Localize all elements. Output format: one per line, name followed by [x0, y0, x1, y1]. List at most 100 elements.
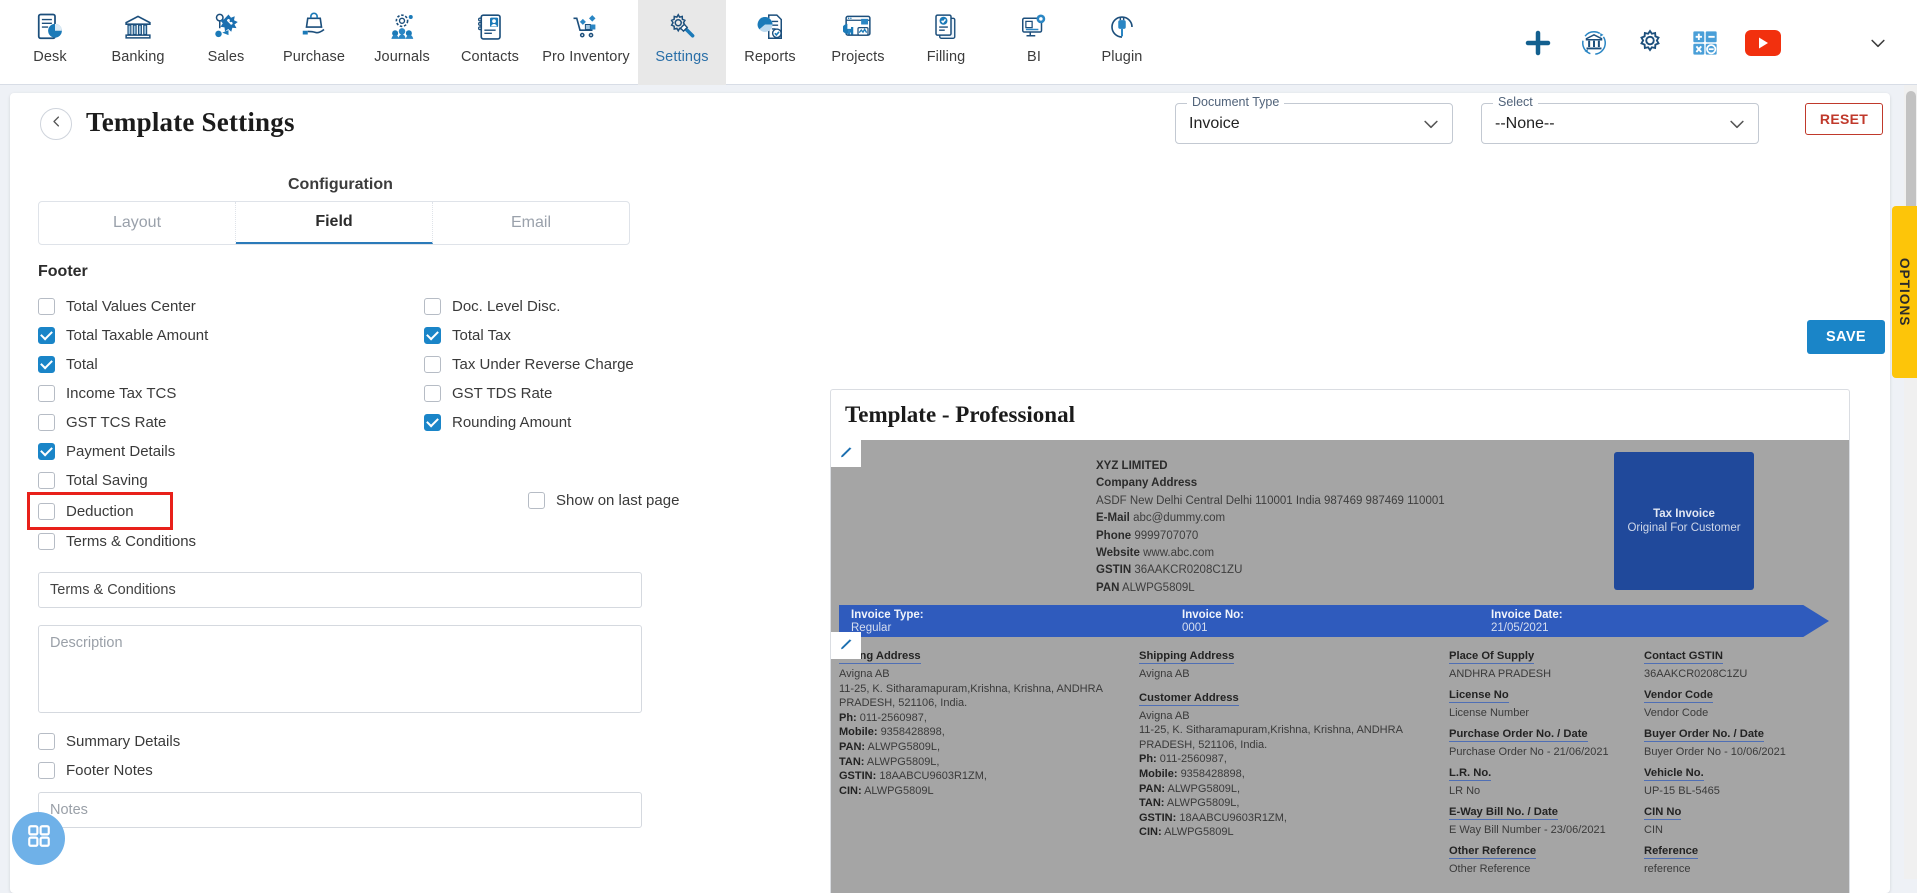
- checkbox-gst-tds-rate[interactable]: GST TDS Rate: [424, 379, 810, 408]
- nav-item-settings[interactable]: Settings: [638, 0, 726, 85]
- options-label: OPTIONS: [1897, 257, 1912, 327]
- document-type-select[interactable]: Document Type Invoice: [1175, 95, 1453, 144]
- nav-item-bi[interactable]: BI: [990, 0, 1078, 85]
- checkbox-doc-level-disc[interactable]: Doc. Level Disc.: [424, 292, 810, 321]
- checkbox-box[interactable]: [424, 356, 441, 373]
- nav-item-purchase[interactable]: Purchase: [270, 0, 358, 85]
- nav-item-plugin[interactable]: Plugin: [1078, 0, 1166, 85]
- bi-monitor-icon: [1014, 8, 1054, 46]
- eway-bill-value: E Way Bill Number - 23/06/2021: [1449, 824, 1606, 836]
- checkbox-show-on-last-page[interactable]: Show on last page: [528, 492, 679, 509]
- checkbox-box[interactable]: [38, 733, 55, 750]
- bank-sync-icon[interactable]: [1579, 28, 1609, 58]
- edit-address-button[interactable]: [831, 632, 861, 659]
- back-button[interactable]: [40, 108, 72, 140]
- tab-field[interactable]: Field: [236, 202, 433, 244]
- youtube-icon[interactable]: [1745, 29, 1781, 56]
- contact-gstin-value: 36AAKCR0208C1ZU: [1644, 668, 1748, 680]
- invoice-type-label: Invoice Type:: [851, 609, 924, 621]
- nav-item-filling[interactable]: Filling: [902, 0, 990, 85]
- buyer-order-value: Buyer Order No - 10/06/2021: [1644, 746, 1786, 758]
- save-button[interactable]: SAVE: [1807, 320, 1885, 354]
- checkbox-total-taxable-amount[interactable]: Total Taxable Amount: [38, 321, 424, 350]
- checkbox-box[interactable]: [38, 298, 55, 315]
- projects-window-icon: [838, 8, 878, 46]
- checkbox-total-values-center[interactable]: Total Values Center: [38, 292, 424, 321]
- checkbox-box[interactable]: [424, 327, 441, 344]
- checkbox-box[interactable]: [38, 502, 55, 520]
- checkbox-rounding-amount[interactable]: Rounding Amount: [424, 408, 810, 437]
- checkbox-box[interactable]: [38, 533, 55, 550]
- checkbox-box[interactable]: [38, 762, 55, 779]
- company-name: XYZ LIMITED: [1096, 460, 1168, 472]
- nav-item-label: Sales: [207, 49, 245, 65]
- reset-button[interactable]: RESET: [1805, 103, 1883, 135]
- nav-item-pro-inventory[interactable]: Pro Inventory: [534, 0, 638, 85]
- select-dropdown[interactable]: Select --None--: [1481, 95, 1759, 144]
- vehicle-no-heading: Vehicle No.: [1644, 767, 1704, 781]
- address-grid: Billing Address Avigna AB 11-25, K. Sith…: [839, 650, 1839, 884]
- checkbox-box[interactable]: [38, 385, 55, 402]
- nav-item-reports[interactable]: Reports: [726, 0, 814, 85]
- gear-icon[interactable]: [1635, 28, 1665, 58]
- checkbox-box[interactable]: [38, 356, 55, 373]
- chevron-down-icon[interactable]: [1726, 113, 1748, 135]
- checkbox-gst-tcs-rate[interactable]: GST TCS Rate: [38, 408, 424, 437]
- checkbox-box[interactable]: [38, 472, 55, 489]
- apps-floating-button[interactable]: [12, 812, 65, 865]
- checkbox-summary-details[interactable]: Summary Details: [38, 727, 810, 756]
- billing-line-2: 11-25, K. Sitharamapuram,Krishna, Krishn…: [839, 682, 1103, 710]
- checkbox-box[interactable]: [424, 414, 441, 431]
- billing-tan-label: TAN:: [839, 755, 865, 768]
- nav-item-projects[interactable]: Projects: [814, 0, 902, 85]
- checkbox-columns: Total Values Center Total Taxable Amount…: [27, 292, 810, 556]
- reference-value: reference: [1644, 863, 1691, 875]
- buyer-order-heading: Buyer Order No. / Date: [1644, 728, 1764, 742]
- checkbox-terms-and-conditions[interactable]: Terms & Conditions: [38, 527, 424, 556]
- chevron-down-icon[interactable]: [1863, 28, 1893, 58]
- checkbox-box[interactable]: [38, 443, 55, 460]
- settings-gear-wrench-icon: [662, 8, 702, 46]
- checkbox-total[interactable]: Total: [38, 350, 424, 379]
- checkbox-box[interactable]: [424, 385, 441, 402]
- edit-header-button[interactable]: [831, 440, 861, 467]
- chevron-down-icon[interactable]: [1420, 113, 1442, 135]
- plugin-plug-icon: [1102, 8, 1142, 46]
- nav-item-banking[interactable]: Banking: [94, 0, 182, 85]
- nav-item-label: Filling: [926, 49, 966, 65]
- calculator-icon[interactable]: [1691, 29, 1719, 57]
- pan-label: PAN: [1096, 581, 1120, 594]
- checkbox-deduction[interactable]: Deduction: [27, 492, 173, 530]
- checkbox-income-tax-tcs[interactable]: Income Tax TCS: [38, 379, 424, 408]
- page-scrollbar[interactable]: [1904, 85, 1917, 879]
- terms-and-conditions-input[interactable]: Terms & Conditions: [38, 572, 642, 608]
- checkbox-footer-notes[interactable]: Footer Notes: [38, 756, 810, 785]
- tab-email[interactable]: Email: [433, 202, 629, 244]
- customer-tan-label: TAN:: [1139, 797, 1165, 810]
- checkbox-column-2: Doc. Level Disc. Total Tax Tax Under Rev…: [424, 292, 810, 556]
- description-textarea[interactable]: Description: [38, 625, 642, 713]
- checkbox-box[interactable]: [38, 414, 55, 431]
- options-side-tab[interactable]: OPTIONS: [1892, 206, 1917, 378]
- pencil-edit-icon: [839, 636, 854, 656]
- checkbox-box[interactable]: [528, 492, 545, 509]
- checkbox-tax-under-reverse-charge[interactable]: Tax Under Reverse Charge: [424, 350, 810, 379]
- template-settings-page: Template Settings Document Type Invoice …: [10, 93, 1890, 893]
- tab-layout[interactable]: Layout: [39, 202, 236, 244]
- nav-item-journals[interactable]: Journals: [358, 0, 446, 85]
- checkbox-box[interactable]: [424, 298, 441, 315]
- checkbox-total-tax[interactable]: Total Tax: [424, 321, 810, 350]
- pencil-edit-icon: [839, 444, 854, 464]
- company-address: ASDF New Delhi Central Delhi 110001 Indi…: [1096, 494, 1445, 507]
- nav-item-contacts[interactable]: Contacts: [446, 0, 534, 85]
- checkbox-label: Total Tax: [452, 327, 511, 344]
- nav-item-sales[interactable]: Sales: [182, 0, 270, 85]
- cin-no-heading: CIN No: [1644, 806, 1682, 820]
- nav-item-desk[interactable]: Desk: [6, 0, 94, 85]
- add-plus-icon[interactable]: [1523, 28, 1553, 58]
- checkbox-box[interactable]: [38, 327, 55, 344]
- invoice-date-label: Invoice Date:: [1491, 609, 1563, 621]
- checkbox-total-saving[interactable]: Total Saving: [38, 466, 424, 495]
- checkbox-payment-details[interactable]: Payment Details: [38, 437, 424, 466]
- notes-input[interactable]: Notes: [38, 792, 642, 828]
